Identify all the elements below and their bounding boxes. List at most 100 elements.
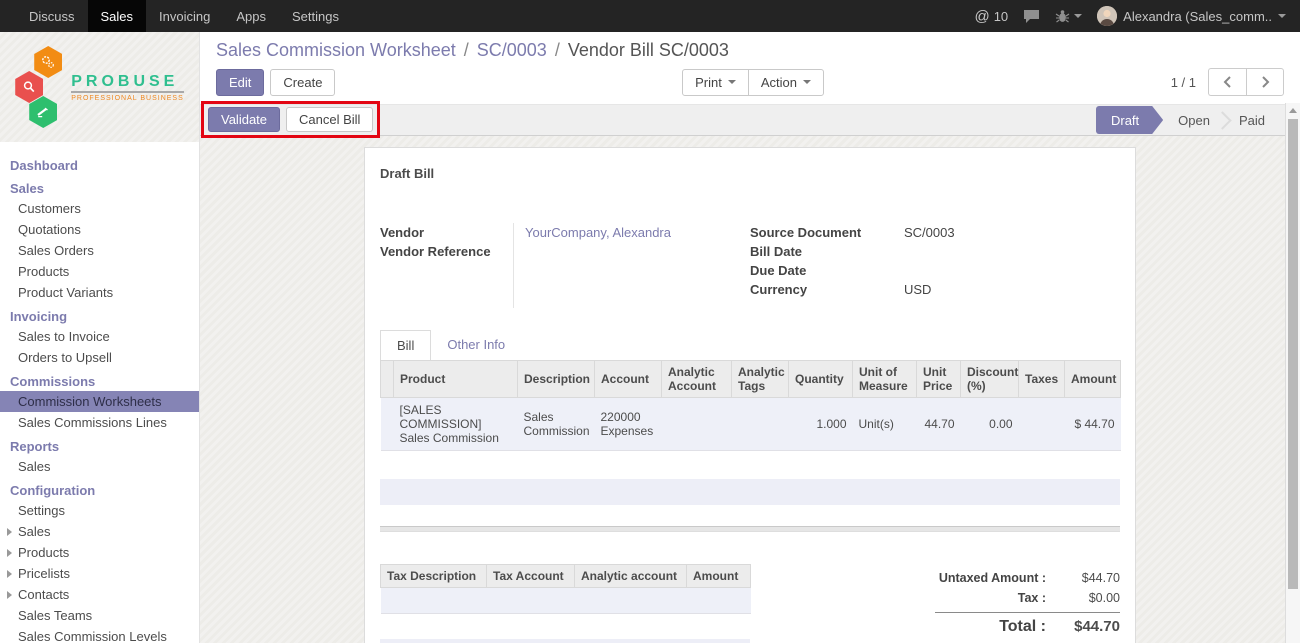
mentions-button[interactable]: @ 10	[974, 9, 1008, 24]
col-taxes: Taxes	[1019, 361, 1065, 398]
create-button[interactable]: Create	[270, 69, 335, 96]
nav-discuss[interactable]: Discuss	[16, 0, 88, 32]
messages-button[interactable]	[1023, 9, 1040, 24]
tax-section: Tax Description Tax Account Analytic acc…	[380, 564, 750, 643]
untaxed-amount-row: Untaxed Amount : $44.70	[935, 568, 1120, 588]
sidebar-heading-reports[interactable]: Reports	[0, 433, 199, 456]
sidebar-item-orders-to-upsell[interactable]: Orders to Upsell	[0, 347, 199, 368]
app-logo[interactable]: PROBUSE PROFESSIONAL BUSINESS	[0, 32, 199, 142]
user-menu-button[interactable]: Alexandra (Sales_comm..	[1097, 6, 1286, 26]
sidebar-item-settings[interactable]: Settings	[0, 500, 199, 521]
status-strip: Validate Cancel Bill Draft Open Paid	[200, 104, 1300, 136]
cell-account: 220000 Expenses	[595, 398, 662, 451]
cancel-bill-button[interactable]: Cancel Bill	[286, 107, 373, 132]
pager: 1 / 1	[1171, 68, 1284, 96]
nav-apps[interactable]: Apps	[223, 0, 279, 32]
logo-title: PROBUSE	[71, 73, 184, 91]
print-button[interactable]: Print	[682, 69, 749, 96]
col-account: Account	[595, 361, 662, 398]
sidebar-item-config-sales[interactable]: Sales	[0, 521, 199, 542]
sidebar-item-sales-commissions-lines[interactable]: Sales Commissions Lines	[0, 412, 199, 433]
pager-previous-button[interactable]	[1208, 68, 1246, 96]
horizontal-scrollbar[interactable]	[380, 526, 1120, 532]
sidebar-item-reports-sales[interactable]: Sales	[0, 456, 199, 477]
currency-value: USD	[892, 280, 1120, 299]
tax-lines-table: Tax Description Tax Account Analytic acc…	[380, 564, 751, 614]
caret-down-icon	[728, 80, 736, 84]
sidebar-heading-commissions[interactable]: Commissions	[0, 368, 199, 391]
field-groups: Vendor YourCompany, Alexandra Vendor Ref…	[380, 223, 1120, 308]
handle-column-header	[381, 361, 394, 398]
tab-other-info[interactable]: Other Info	[431, 330, 521, 360]
cell-product: [SALES COMMISSION] Sales Commission	[394, 398, 518, 451]
tab-bill[interactable]: Bill	[380, 330, 431, 360]
form-sheet: Draft Bill Vendor YourCompany, Alexandra…	[364, 147, 1136, 643]
col-description: Description	[518, 361, 595, 398]
user-name: Alexandra (Sales_comm..	[1123, 9, 1272, 24]
total-label: Total :	[999, 617, 1046, 637]
pager-next-button[interactable]	[1246, 68, 1284, 96]
vendor-reference-value	[513, 242, 750, 261]
sidebar-item-product-variants[interactable]: Product Variants	[0, 282, 199, 303]
cell-discount: 0.00	[961, 398, 1019, 451]
breadcrumb-worksheet-link[interactable]: Sales Commission Worksheet	[216, 40, 477, 60]
cell-analytic-account	[662, 398, 732, 451]
vertical-scrollbar[interactable]	[1285, 103, 1300, 643]
nav-settings[interactable]: Settings	[279, 0, 352, 32]
sidebar-item-sales-teams[interactable]: Sales Teams	[0, 605, 199, 626]
col-unit-of-measure: Unit of Measure	[853, 361, 917, 398]
scroll-up-button[interactable]	[1286, 103, 1300, 117]
tax-empty-cell	[381, 588, 751, 614]
nav-sales[interactable]: Sales	[88, 0, 147, 32]
vendor-reference-label: Vendor Reference	[380, 242, 513, 261]
cell-description: Sales Commission	[518, 398, 595, 451]
pager-counter: 1 / 1	[1171, 75, 1196, 90]
tools-hexagon-icon	[29, 96, 57, 128]
invoice-lines-table: Product Description Account Analytic Acc…	[380, 360, 1121, 451]
sidebar-item-contacts[interactable]: Contacts	[0, 584, 199, 605]
action-button[interactable]: Action	[748, 69, 824, 96]
magnifier-hexagon-icon	[15, 71, 43, 103]
debug-menu-button[interactable]	[1055, 9, 1082, 24]
tax-label: Tax :	[1018, 588, 1046, 608]
row-handle-cell	[381, 398, 394, 451]
sidebar-item-quotations[interactable]: Quotations	[0, 219, 199, 240]
sidebar-heading-invoicing[interactable]: Invoicing	[0, 303, 199, 326]
col-tax-description: Tax Description	[381, 565, 487, 588]
sidebar-item-commission-worksheets[interactable]: Commission Worksheets	[0, 391, 199, 412]
sidebar-item-label: Pricelists	[18, 566, 70, 581]
sidebar-item-config-products[interactable]: Products	[0, 542, 199, 563]
cell-amount: $ 44.70	[1065, 398, 1121, 451]
sidebar-item-sales-orders[interactable]: Sales Orders	[0, 240, 199, 261]
nav-invoicing[interactable]: Invoicing	[146, 0, 223, 32]
sidebar-item-customers[interactable]: Customers	[0, 198, 199, 219]
annotation-red-box: Validate Cancel Bill	[201, 101, 380, 138]
control-panel: Sales Commission WorksheetSC/0003Vendor …	[200, 32, 1300, 104]
sidebar-heading-configuration[interactable]: Configuration	[0, 477, 199, 500]
cell-taxes	[1019, 398, 1065, 451]
edit-button[interactable]: Edit	[216, 69, 264, 96]
breadcrumb-sc0003-link[interactable]: SC/0003	[477, 40, 568, 60]
main-menu: Discuss Sales Invoicing Apps Settings	[0, 0, 352, 32]
vendor-value-link[interactable]: YourCompany, Alexandra	[513, 223, 750, 242]
triangle-up-icon	[1289, 108, 1297, 113]
sidebar-item-sales-root[interactable]: Sales	[0, 175, 199, 198]
scrollbar-thumb[interactable]	[1288, 119, 1298, 589]
sidebar-item-sales-commission-levels[interactable]: Sales Commission Levels	[0, 626, 199, 643]
validate-button[interactable]: Validate	[208, 107, 280, 132]
sidebar-item-sales-to-invoice[interactable]: Sales to Invoice	[0, 326, 199, 347]
empty-list-row	[380, 639, 750, 643]
left-field-group: Vendor YourCompany, Alexandra Vendor Ref…	[380, 223, 750, 308]
invoice-line-row[interactable]: [SALES COMMISSION] Sales Commission Sale…	[381, 398, 1121, 451]
source-document-value: SC/0003	[892, 223, 1120, 242]
sidebar-item-products[interactable]: Products	[0, 261, 199, 282]
logo-subtitle: PROFESSIONAL BUSINESS	[71, 91, 184, 102]
logo-hexagons	[15, 46, 67, 128]
untaxed-amount-value: $44.70	[1056, 568, 1120, 588]
sidebar-item-dashboard[interactable]: Dashboard	[0, 146, 199, 175]
due-date-label: Due Date	[750, 261, 892, 280]
col-tax-analytic-account: Analytic account	[575, 565, 687, 588]
col-tax-amount: Amount	[687, 565, 751, 588]
right-field-group: Source Document SC/0003 Bill Date Due Da…	[750, 223, 1120, 308]
sidebar-item-pricelists[interactable]: Pricelists	[0, 563, 199, 584]
